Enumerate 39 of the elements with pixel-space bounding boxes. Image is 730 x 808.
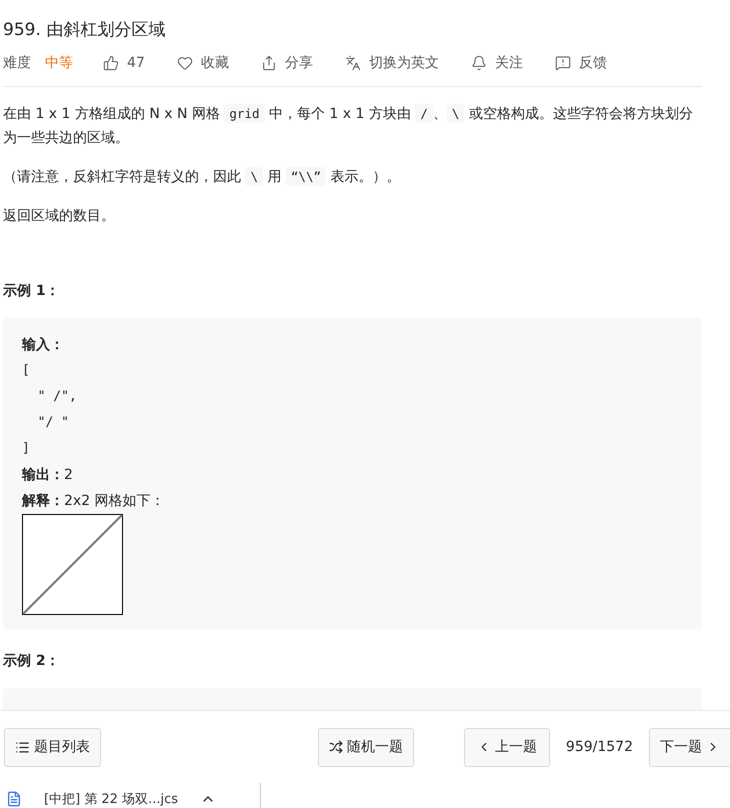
file-icon: [6, 790, 22, 806]
list-icon: [15, 740, 30, 754]
explain-text: 2x2 网格如下：: [64, 493, 165, 509]
problem-title: 959. 由斜杠划分区域: [3, 19, 166, 42]
next-button[interactable]: 下一题: [649, 728, 730, 766]
input-line: " /",: [36, 388, 78, 406]
input-line: "/ ": [36, 414, 70, 432]
example-heading: 示例 1：: [3, 282, 61, 300]
input-label: 输入：: [22, 337, 64, 353]
explain-label: 解释：: [22, 493, 64, 509]
bell-icon: [470, 55, 487, 71]
share-icon: [260, 55, 277, 71]
description-paragraph: 返回区域的数目。: [3, 207, 116, 226]
input-line: [: [22, 362, 31, 380]
problem-counter: 959/1572: [566, 739, 633, 755]
share-button[interactable]: 分享: [260, 54, 313, 72]
difficulty-label: 难度: [3, 54, 31, 72]
random-problem-button[interactable]: 随机一题: [318, 728, 414, 766]
example-heading: 示例 2：: [3, 652, 61, 670]
description-paragraph: 在由 1 x 1 方格组成的 N x N 网格 grid 中，每个 1 x 1 方块由 / 、 \ 或空格构成。这些字符会将方块划分为一些共边的区域。: [3, 103, 694, 148]
download-filename: [中把] 第 22 场双...jcs: [44, 790, 178, 808]
output-value: 2: [64, 467, 73, 483]
language-toggle[interactable]: 切换为英文: [344, 54, 439, 72]
difficulty-level: 中等: [45, 54, 73, 72]
input-line: ]: [22, 440, 31, 458]
problem-list-button[interactable]: 题目列表: [4, 728, 101, 766]
shuffle-icon: [328, 740, 343, 754]
previous-button[interactable]: 上一题: [464, 728, 550, 766]
favorite-button[interactable]: 收藏: [176, 54, 229, 72]
translate-icon: [344, 55, 361, 71]
description-paragraph: （请注意，反斜杠字符是转义的，因此 \ 用 “\\” 表示。）。: [3, 166, 402, 188]
feedback-icon: [554, 55, 571, 71]
heart-icon: [176, 55, 193, 71]
download-item[interactable]: [中把] 第 22 场双...jcs: [6, 783, 261, 808]
feedback-button[interactable]: 反馈: [554, 54, 607, 72]
follow-button[interactable]: 关注: [470, 54, 523, 72]
thumbs-up-icon: [103, 55, 119, 71]
output-label: 输出：: [22, 467, 64, 483]
like-button[interactable]: 47: [103, 55, 145, 71]
